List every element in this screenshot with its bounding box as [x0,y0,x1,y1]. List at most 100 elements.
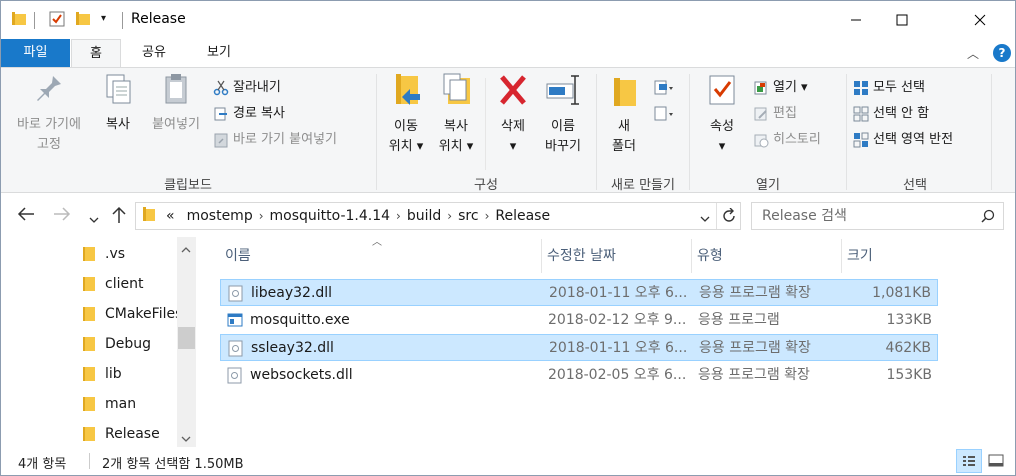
file-name: ssleay32.dll [251,340,334,356]
nav-item[interactable]: client [83,269,177,299]
chevron-right-icon[interactable]: › [259,209,264,223]
breadcrumb-release[interactable]: Release [495,208,550,224]
up-arrow-icon[interactable] [111,206,127,228]
nav-item[interactable]: Release [83,419,177,449]
cut-button[interactable]: 잘라내기 [213,77,281,99]
invert-selection-button[interactable]: 선택 영역 반전 [853,129,953,151]
scroll-thumb[interactable] [178,327,195,349]
select-group-label: 선택 [903,178,927,193]
close-button[interactable] [947,1,1013,39]
search-input[interactable]: Release 검색 [751,202,1004,230]
file-type: 응용 프로그램 확장 [699,285,811,301]
ribbon: 바로 가기에 고정 복사 붙여넣기 잘라내기 경로 복사 바로 가기 붙여넣기 … [1,67,1015,193]
details-view-icon[interactable] [956,449,982,473]
exe-file-icon [227,313,243,327]
file-modified: 2018-02-05 오후 6... [548,367,687,383]
select-none-icon [853,106,869,122]
copy-to-button[interactable]: 복사 위치 ▾ [433,72,479,157]
nav-item[interactable]: .vs [83,239,177,269]
invert-selection-icon [853,132,869,148]
folder-icon [11,11,27,31]
select-all-icon [854,81,868,95]
folder-icon [83,367,95,381]
open-button[interactable]: 열기 ▾ [753,77,808,99]
column-name[interactable]: 이름 [220,239,542,273]
file-row[interactable]: libeay32.dll 2018-01-11 오후 6... 응용 프로그램 … [220,279,938,306]
customize-quick-access-icon[interactable]: ▾ [101,13,106,24]
new-folder-quick-icon[interactable] [75,11,91,31]
paste-shortcut-button[interactable]: 바로 가기 붙여넣기 [213,129,337,151]
breadcrumb-overflow[interactable]: « [166,208,175,224]
organize-group-label: 구성 [474,178,498,193]
maximize-button[interactable] [879,1,925,39]
address-bar[interactable]: « mostemp › mosquitto-1.4.14 › build › s… [135,202,741,230]
column-type[interactable]: 유형 [692,239,842,273]
help-icon[interactable]: ? [993,44,1011,62]
dll-file-icon [228,340,243,357]
navigation-bar: « mostemp › mosquitto-1.4.14 › build › s… [1,199,1015,233]
refresh-icon[interactable] [721,207,737,228]
select-none-button[interactable]: 선택 안 함 [853,103,929,125]
navigation-pane: .vs client CMakeFiles Debug lib man Rele… [1,237,197,447]
file-row[interactable]: ssleay32.dll 2018-01-11 오후 6... 응용 프로그램 … [220,334,938,361]
collapse-ribbon-icon[interactable]: ︿ [967,45,979,62]
large-icons-view-icon[interactable] [988,453,1004,473]
properties-quick-icon[interactable] [49,11,65,31]
scroll-down-icon[interactable] [181,432,191,447]
paste-icon [165,74,187,104]
breadcrumb-mosquitto[interactable]: mosquitto-1.4.14 [270,208,391,224]
file-row[interactable]: mosquitto.exe 2018-02-12 오후 9... 응용 프로그램… [220,307,938,334]
address-history-chevron-icon[interactable] [700,212,710,228]
copy-button[interactable]: 복사 [97,72,139,135]
nav-pane-scrollbar[interactable] [177,237,196,447]
file-name: mosquitto.exe [250,312,350,328]
chevron-right-icon[interactable]: › [396,209,401,223]
new-folder-button[interactable]: 새 폴더 [601,72,647,157]
delete-button[interactable]: 삭제 ▾ [491,72,535,157]
forward-arrow-icon[interactable] [53,206,71,226]
recent-locations-chevron-icon[interactable] [89,210,99,229]
rename-button[interactable]: 이름 바꾸기 [539,72,587,157]
nav-item[interactable]: man [83,389,177,419]
selection-info: 2개 항목 선택함 1.50MB [102,457,244,472]
chevron-right-icon[interactable]: › [485,209,490,223]
breadcrumb-build[interactable]: build [407,208,441,224]
file-modified: 2018-01-11 오후 6... [549,340,688,356]
folder-icon [83,397,95,411]
back-arrow-icon[interactable] [17,206,35,226]
breadcrumb-src[interactable]: src [458,208,478,224]
properties-button[interactable]: 속성 ▾ [699,72,745,157]
breadcrumb-mostemp[interactable]: mostemp [187,208,253,224]
new-group-label: 새로 만들기 [611,178,675,193]
copy-icon [106,74,131,104]
tab-home[interactable]: 홈 [71,39,121,68]
scroll-up-icon[interactable] [181,243,191,258]
folder-icon [83,427,95,441]
select-all-button[interactable]: 모두 선택 [853,77,925,99]
search-icon[interactable] [981,209,995,227]
minimize-button[interactable] [833,1,879,39]
new-item-icon [654,80,673,95]
tab-file[interactable]: 파일 [1,39,70,67]
file-row[interactable]: websockets.dll 2018-02-05 오후 6... 응용 프로그… [220,362,938,389]
tab-view[interactable]: 보기 [191,39,247,67]
nav-item[interactable]: CMakeFiles [83,299,177,329]
history-button[interactable]: 히스토리 [753,129,821,151]
paste-button[interactable]: 붙여넣기 [143,72,209,135]
pin-to-quick-access-button[interactable]: 바로 가기에 고정 [7,72,91,155]
copy-path-icon [214,107,227,121]
file-type: 응용 프로그램 확장 [699,340,811,356]
tab-share[interactable]: 공유 [129,39,179,67]
nav-item[interactable]: Debug [83,329,177,359]
column-modified[interactable]: 수정한 날짜 [542,239,692,273]
new-item-button[interactable] [653,77,679,99]
delete-icon [500,75,526,105]
easy-access-button[interactable] [653,103,679,125]
chevron-right-icon[interactable]: › [447,209,452,223]
column-size[interactable]: 크기 [842,239,940,273]
open-icon [754,81,767,95]
move-to-button[interactable]: 이동 위치 ▾ [383,72,429,157]
copy-path-button[interactable]: 경로 복사 [213,103,285,125]
edit-button[interactable]: 편집 [753,103,797,125]
nav-item[interactable]: lib [83,359,177,389]
